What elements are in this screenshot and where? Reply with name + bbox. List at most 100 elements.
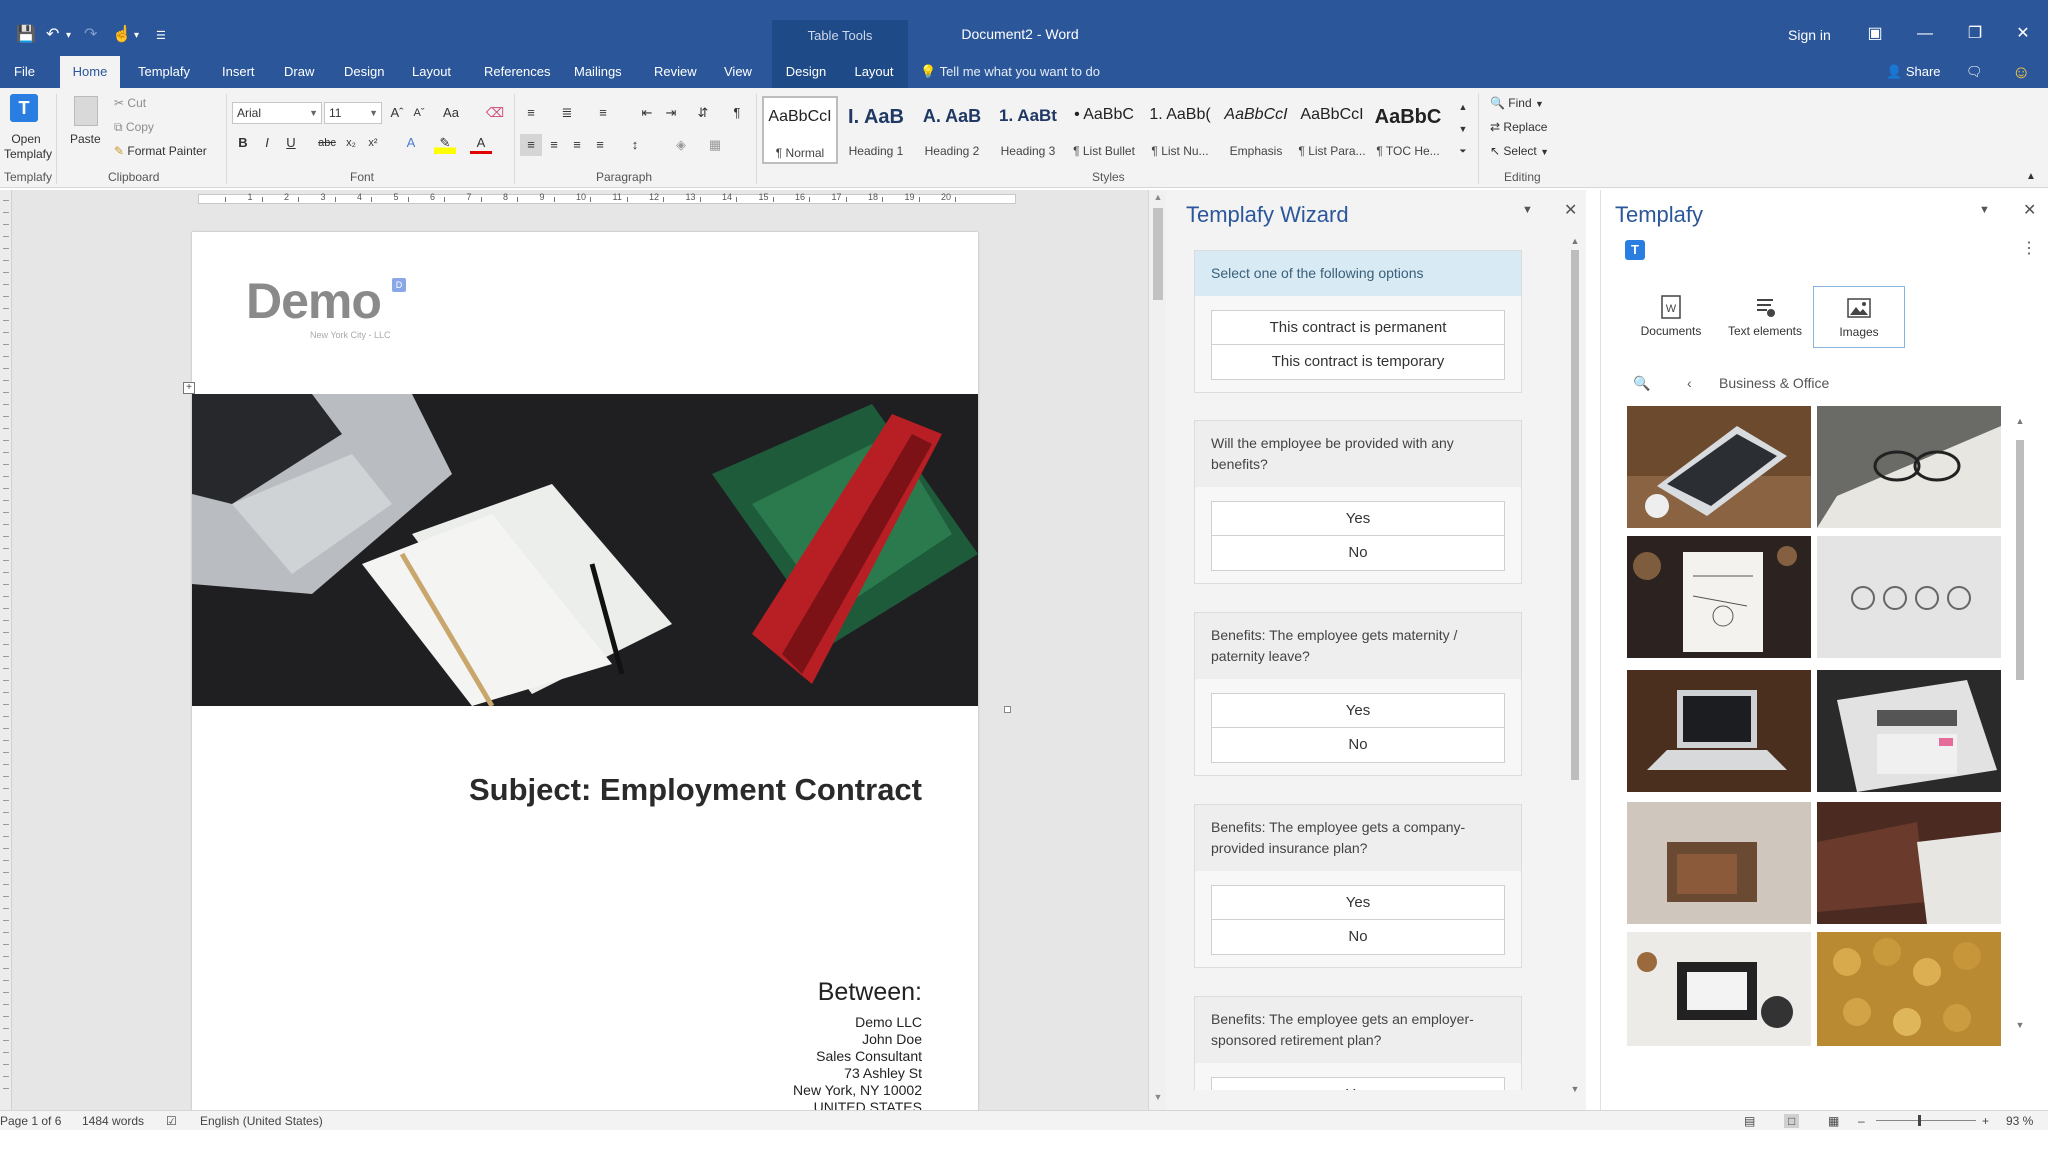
undo-icon[interactable]: ↶	[46, 24, 59, 44]
tab-text-elements[interactable]: Text elements	[1719, 286, 1811, 348]
style-heading-1[interactable]: I. AaB Heading 1	[838, 96, 914, 164]
line-spacing-icon[interactable]: ↕	[624, 134, 646, 156]
tab-layout[interactable]: Layout	[402, 56, 461, 88]
tab-review[interactable]: Review	[644, 56, 707, 88]
table-resize-handle[interactable]	[1004, 706, 1011, 713]
clear-formatting-icon[interactable]: ⌫	[484, 102, 506, 124]
option-permanent[interactable]: This contract is permanent	[1211, 310, 1505, 345]
styles-scroll-down-icon[interactable]: ▼	[1452, 118, 1474, 140]
grow-font-icon[interactable]: Aˆ	[386, 102, 408, 124]
image-thumbnail[interactable]	[1817, 932, 2001, 1046]
table-move-handle[interactable]: +	[183, 382, 195, 394]
document-page[interactable]: Demo D New York City - LLC Subject: Empl…	[192, 232, 978, 1112]
option-temporary[interactable]: This contract is temporary	[1211, 345, 1505, 380]
style-heading-2[interactable]: A. AaB Heading 2	[914, 96, 990, 164]
web-layout-icon[interactable]: ▦	[1828, 1114, 1839, 1128]
scroll-down-icon[interactable]: ▼	[1149, 1092, 1167, 1102]
more-options-icon[interactable]: ⋮	[2021, 238, 2037, 258]
option-yes[interactable]: Yes	[1211, 501, 1505, 536]
select-button[interactable]: ↖ Select ▼	[1490, 144, 1549, 158]
undo-dropdown-icon[interactable]: ▾	[66, 30, 71, 41]
share-button[interactable]: 👤 Share	[1886, 56, 1941, 88]
find-button[interactable]: 🔍 Find ▼	[1490, 96, 1544, 110]
tab-home[interactable]: Home	[60, 56, 120, 88]
style-list-number[interactable]: 1. AaBb(¶ List Nu...	[1142, 96, 1218, 164]
tab-table-design[interactable]: Design	[772, 56, 840, 88]
image-thumbnail[interactable]	[1817, 802, 2001, 924]
touch-mode-icon[interactable]: ☝	[112, 24, 132, 44]
strikethrough-icon[interactable]: abc	[316, 132, 338, 154]
proofing-icon[interactable]: ☑	[166, 1114, 177, 1128]
save-icon[interactable]: 💾	[16, 24, 36, 44]
style-emphasis[interactable]: AaBbCcI Emphasis	[1218, 96, 1294, 164]
close-icon[interactable]: ✕	[2023, 200, 2036, 220]
font-color-icon[interactable]: A	[470, 132, 492, 154]
show-formatting-icon[interactable]: ¶	[726, 102, 748, 124]
collapse-ribbon-icon[interactable]: ▲	[2020, 166, 2042, 188]
styles-more-icon[interactable]: ⏷	[1452, 140, 1474, 162]
zoom-slider[interactable]	[1876, 1120, 1976, 1121]
scroll-up-icon[interactable]: ▲	[1149, 192, 1167, 202]
sort-icon[interactable]: ⇵	[692, 102, 714, 124]
zoom-slider-thumb[interactable]	[1918, 1115, 1921, 1126]
scroll-up-icon[interactable]: ▲	[1568, 236, 1582, 246]
tab-images[interactable]: Images	[1813, 286, 1905, 348]
word-count[interactable]: 1484 words	[82, 1114, 144, 1128]
customize-qat-icon[interactable]: ☰	[156, 29, 166, 42]
option-yes[interactable]: Yes	[1211, 693, 1505, 728]
style-list-paragraph[interactable]: AaBbCcI ¶ List Para...	[1294, 96, 1370, 164]
zoom-in-icon[interactable]: +	[1982, 1114, 1989, 1128]
tab-draw[interactable]: Draw	[274, 56, 324, 88]
justify-icon[interactable]: ≡	[589, 134, 611, 156]
style-normal[interactable]: AaBbCcI ¶ Normal	[762, 96, 838, 164]
chevron-down-icon[interactable]: ▼	[1979, 204, 1990, 216]
image-thumbnail[interactable]	[1627, 406, 1811, 528]
comments-icon[interactable]: 🗨	[1966, 56, 1983, 88]
change-case-icon[interactable]: Aa	[440, 102, 462, 124]
tell-me-box[interactable]: 💡 Tell me what you want to do	[920, 56, 1100, 88]
option-yes[interactable]: Yes	[1211, 1077, 1505, 1090]
tab-templafy[interactable]: Templafy	[128, 56, 200, 88]
document-scrollbar[interactable]: ▲ ▼	[1148, 190, 1166, 1110]
numbering-icon[interactable]: ≣	[556, 102, 578, 124]
decrease-indent-icon[interactable]: ⇤	[636, 102, 658, 124]
image-grid-scrollbar[interactable]: ▲ ▼	[2013, 416, 2027, 1036]
format-painter-button[interactable]: ✎ Format Painter	[114, 144, 207, 158]
page-count[interactable]: Page 1 of 6	[0, 1114, 61, 1128]
image-thumbnail[interactable]	[1817, 670, 2001, 792]
open-templafy-button[interactable]: Open Templafy	[4, 132, 52, 162]
scrollbar-thumb[interactable]	[1153, 208, 1163, 300]
underline-icon[interactable]: U	[280, 132, 302, 154]
touch-dropdown-icon[interactable]: ▾	[134, 30, 139, 41]
increase-indent-icon[interactable]: ⇥	[660, 102, 682, 124]
tab-design[interactable]: Design	[334, 56, 394, 88]
open-templafy-icon[interactable]: T	[10, 94, 38, 122]
image-thumbnail[interactable]	[1627, 670, 1811, 792]
option-no[interactable]: No	[1211, 728, 1505, 763]
wizard-scrollbar[interactable]: ▲ ▼	[1568, 236, 1582, 1098]
multilevel-list-icon[interactable]: ≡	[592, 102, 614, 124]
align-left-icon[interactable]: ≡	[520, 134, 542, 156]
print-layout-icon[interactable]: □	[1784, 1114, 1800, 1128]
back-chevron-icon[interactable]: ‹	[1687, 375, 1692, 391]
tab-table-layout[interactable]: Layout	[840, 56, 908, 88]
replace-button[interactable]: ⇄ Replace	[1490, 120, 1547, 134]
tab-insert[interactable]: Insert	[212, 56, 265, 88]
image-thumbnail[interactable]	[1817, 536, 2001, 658]
font-name-combo[interactable]: Arial ▼	[232, 102, 322, 124]
highlight-icon[interactable]: ✎	[434, 132, 456, 154]
paste-button[interactable]: Paste	[70, 132, 101, 146]
feedback-smiley-icon[interactable]: ☺	[2012, 56, 2030, 88]
chevron-down-icon[interactable]: ▼	[1522, 204, 1533, 216]
image-thumbnail[interactable]	[1817, 406, 2001, 528]
language[interactable]: English (United States)	[200, 1114, 323, 1128]
bold-icon[interactable]: B	[232, 132, 254, 154]
option-no[interactable]: No	[1211, 536, 1505, 571]
read-mode-icon[interactable]: ▤	[1744, 1114, 1755, 1128]
style-heading-3[interactable]: 1. AaBt Heading 3	[990, 96, 1066, 164]
cut-button[interactable]: ✂ Cut	[114, 96, 146, 110]
align-right-icon[interactable]: ≡	[566, 134, 588, 156]
shrink-font-icon[interactable]: Aˇ	[408, 102, 430, 124]
scroll-down-icon[interactable]: ▼	[1568, 1084, 1582, 1094]
zoom-level[interactable]: 93 %	[2006, 1114, 2033, 1128]
